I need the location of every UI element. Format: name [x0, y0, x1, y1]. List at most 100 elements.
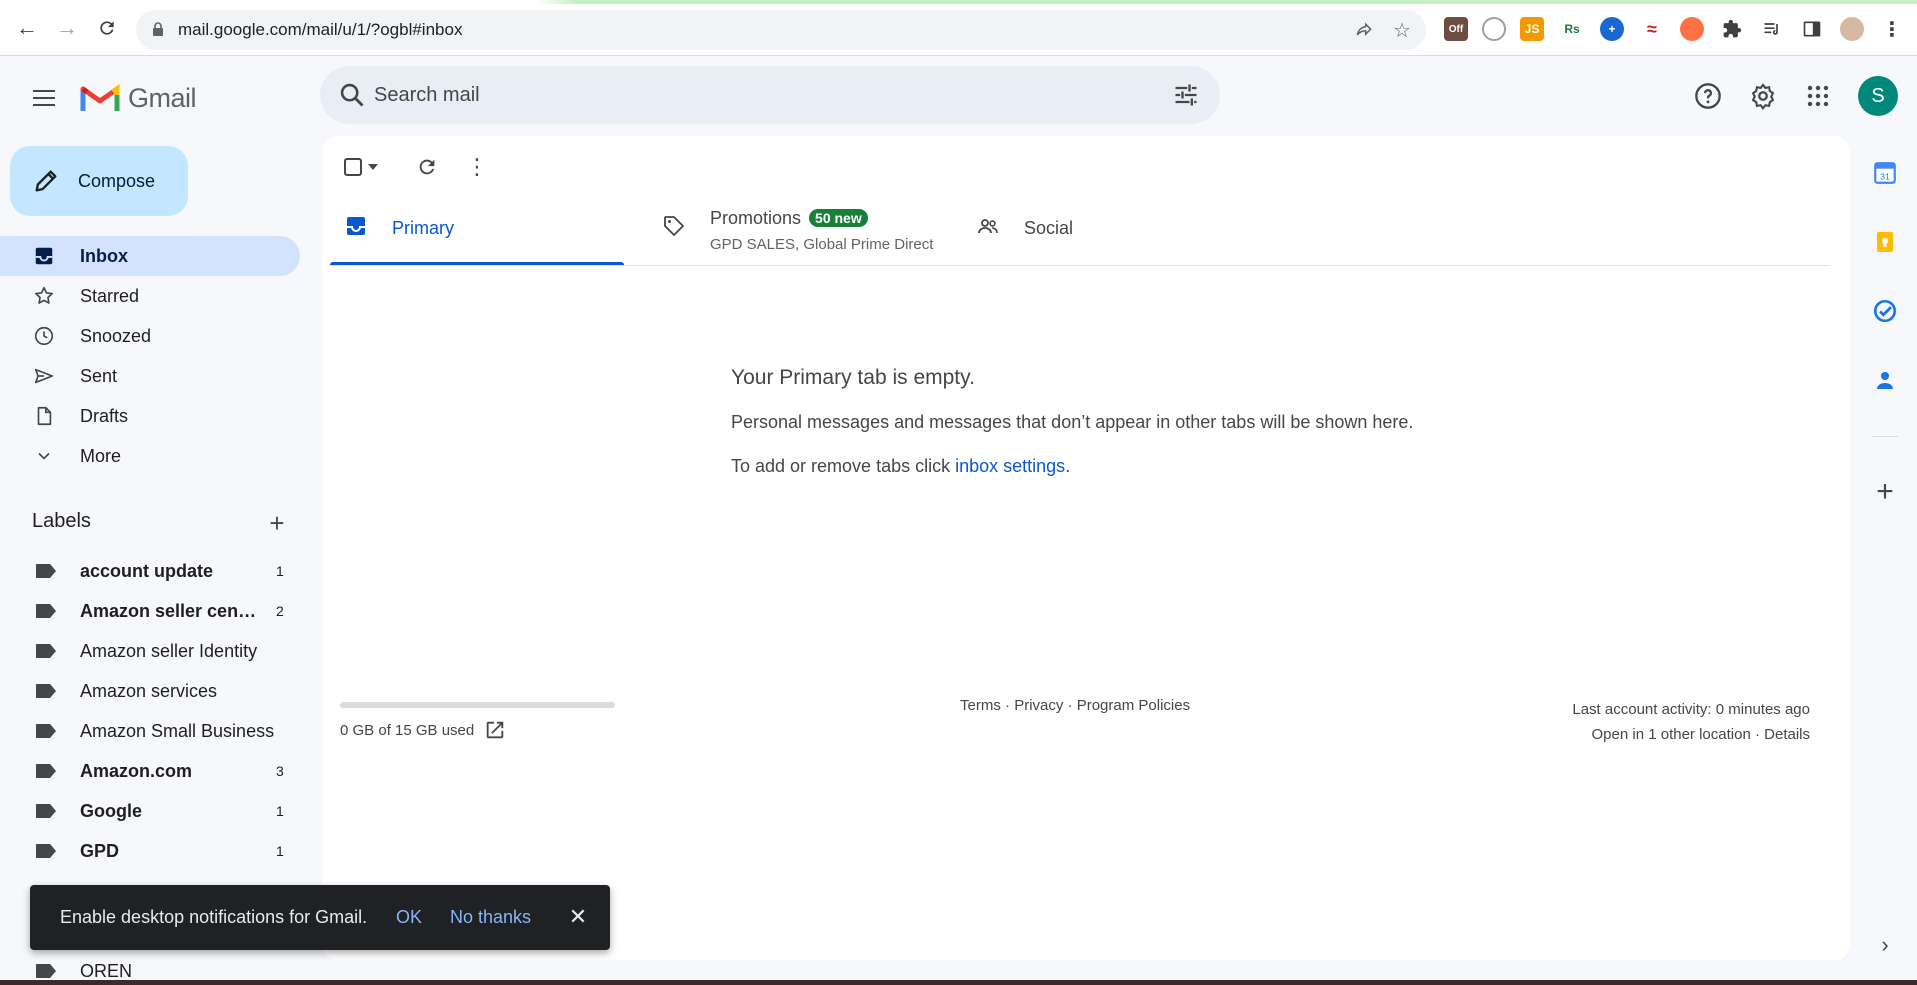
sidebar-item-more[interactable]: More [0, 436, 300, 476]
blue-plus-extension-icon[interactable]: + [1600, 17, 1624, 41]
program-policies-link[interactable]: Program Policies [1077, 697, 1190, 714]
label-name: OREN [80, 961, 133, 981]
tab-senders-preview: GPD SALES, Global Prime Direct [710, 236, 934, 253]
inbox-icon [32, 244, 56, 268]
rs-extension-icon[interactable]: Rs [1560, 17, 1584, 41]
people-icon [978, 219, 998, 234]
toast-no-thanks-button[interactable]: No thanks [450, 907, 531, 928]
label-item[interactable]: Amazon seller Identity [0, 631, 300, 671]
label-count: 1 [276, 803, 284, 819]
storage-usage-text: 0 GB of 15 GB used [340, 722, 475, 739]
sidebar-item-label: Starred [80, 285, 140, 306]
label-tag-icon [36, 804, 56, 818]
close-icon[interactable]: ✕ [566, 904, 590, 929]
star-icon [32, 284, 56, 308]
label-item[interactable]: GPD 1 [0, 831, 300, 871]
search-icon[interactable] [338, 81, 366, 109]
add-label-icon[interactable]: + [264, 508, 290, 538]
label-item[interactable]: Amazon seller cent… 2 [0, 591, 300, 631]
select-all-checkbox[interactable] [340, 154, 366, 180]
label-tag-icon [36, 724, 56, 738]
sidebar-item-starred[interactable]: Starred [0, 276, 300, 316]
red-extension-icon[interactable]: ≈ [1640, 17, 1664, 41]
toast-message: Enable desktop notifications for Gmail. [60, 907, 368, 927]
draft-icon [32, 404, 56, 428]
contacts-icon[interactable] [1870, 365, 1900, 395]
inbox-tab-icon [347, 217, 365, 235]
account-avatar[interactable]: S [1858, 76, 1898, 116]
profile-avatar-icon[interactable] [1840, 17, 1864, 41]
select-dropdown-icon[interactable] [364, 154, 382, 180]
label-item[interactable]: account update 1 [0, 551, 300, 591]
tab-label: Social [1024, 218, 1074, 238]
main-panel: ⋮ Primary Promotions 50 new GPD SALES, Gl… [322, 136, 1850, 960]
forward-icon[interactable]: → [52, 13, 82, 43]
keep-icon[interactable] [1870, 227, 1900, 257]
puzzle-extensions-icon[interactable] [1720, 17, 1744, 41]
more-options-icon[interactable]: ⋮ [464, 154, 490, 180]
search-bar[interactable]: Search mail [320, 66, 1220, 124]
settings-gear-icon[interactable] [1745, 78, 1781, 114]
refresh-icon[interactable] [414, 154, 440, 180]
search-input[interactable]: Search mail [374, 84, 480, 107]
swirl-extension-icon[interactable] [1482, 17, 1506, 41]
activity-details-link[interactable]: Details [1764, 726, 1810, 743]
bookmark-star-icon[interactable]: ☆ [1390, 18, 1414, 42]
label-item[interactable]: Google 1 [0, 791, 300, 831]
get-addons-icon[interactable]: + [1870, 475, 1900, 508]
tab-primary[interactable]: Primary [330, 186, 624, 266]
label-name: Amazon seller cent… [80, 601, 260, 621]
sidebar-item-sent[interactable]: Sent [0, 356, 300, 396]
chevron-right-icon[interactable]: › [1870, 930, 1900, 960]
label-item[interactable]: Amazon Small Business [0, 711, 300, 751]
label-tag-icon [36, 764, 56, 778]
calendar-icon[interactable]: 31 [1870, 158, 1900, 188]
address-bar[interactable]: mail.google.com/mail/u/1/?ogbl#inbox ☆ [136, 10, 1426, 50]
storage-usage-bar [340, 702, 615, 708]
more-vert-icon[interactable]: ⋮ [1880, 17, 1904, 41]
label-item[interactable]: Amazon services [0, 671, 300, 711]
lock-icon[interactable] [152, 22, 164, 36]
sidebar-item-drafts[interactable]: Drafts [0, 396, 300, 436]
label-item[interactable]: Amazon.com 3 [0, 751, 300, 791]
js-extension-icon[interactable]: JS [1520, 17, 1544, 41]
terms-link[interactable]: Terms [960, 697, 1001, 714]
label-tag-icon [36, 604, 56, 618]
side-panel-icon[interactable] [1800, 17, 1824, 41]
label-name: Amazon.com [80, 761, 193, 781]
reading-list-icon[interactable] [1760, 17, 1784, 41]
orange-circle-extension-icon[interactable] [1680, 17, 1704, 41]
other-location-text: Open in 1 other location [1591, 726, 1751, 743]
tasks-icon[interactable] [1870, 296, 1900, 326]
hint-prefix: To add or remove tabs click [731, 456, 956, 476]
gmail-logo[interactable]: Gmail [80, 80, 197, 116]
off-extension-icon[interactable]: Off [1444, 17, 1468, 41]
svg-text:31: 31 [1880, 172, 1890, 182]
tab-social[interactable]: Social [962, 186, 1262, 266]
compose-button[interactable]: Compose [10, 146, 188, 216]
share-icon[interactable] [1352, 18, 1376, 42]
main-menu-button[interactable] [26, 80, 62, 116]
clock-icon [32, 324, 56, 348]
url-text[interactable]: mail.google.com/mail/u/1/?ogbl#inbox [178, 20, 462, 40]
open-in-new-icon[interactable] [484, 719, 506, 741]
search-options-icon[interactable] [1172, 81, 1200, 109]
label-name: Amazon services [80, 681, 218, 701]
sidebar-item-snoozed[interactable]: Snoozed [0, 316, 300, 356]
toast-ok-button[interactable]: OK [396, 907, 422, 928]
sidebar-item-label: Sent [80, 365, 118, 386]
privacy-link[interactable]: Privacy [1014, 697, 1063, 714]
account-activity: Last account activity: 0 minutes ago Ope… [1572, 697, 1810, 747]
label-tag-icon [36, 964, 56, 978]
gmail-m-icon [80, 84, 120, 111]
label-tag-icon [36, 564, 56, 578]
back-icon[interactable]: ← [12, 13, 42, 43]
apps-grid-icon[interactable] [1800, 78, 1836, 114]
help-icon[interactable] [1690, 78, 1726, 114]
label-tag-icon [36, 844, 56, 858]
inbox-settings-link[interactable]: inbox settings [955, 456, 1065, 476]
tab-promotions[interactable]: Promotions 50 new GPD SALES, Global Prime… [648, 186, 968, 266]
sidebar-item-inbox[interactable]: Inbox [0, 236, 300, 276]
label-name: Amazon seller Identity [80, 641, 258, 661]
reload-icon[interactable] [92, 13, 122, 43]
